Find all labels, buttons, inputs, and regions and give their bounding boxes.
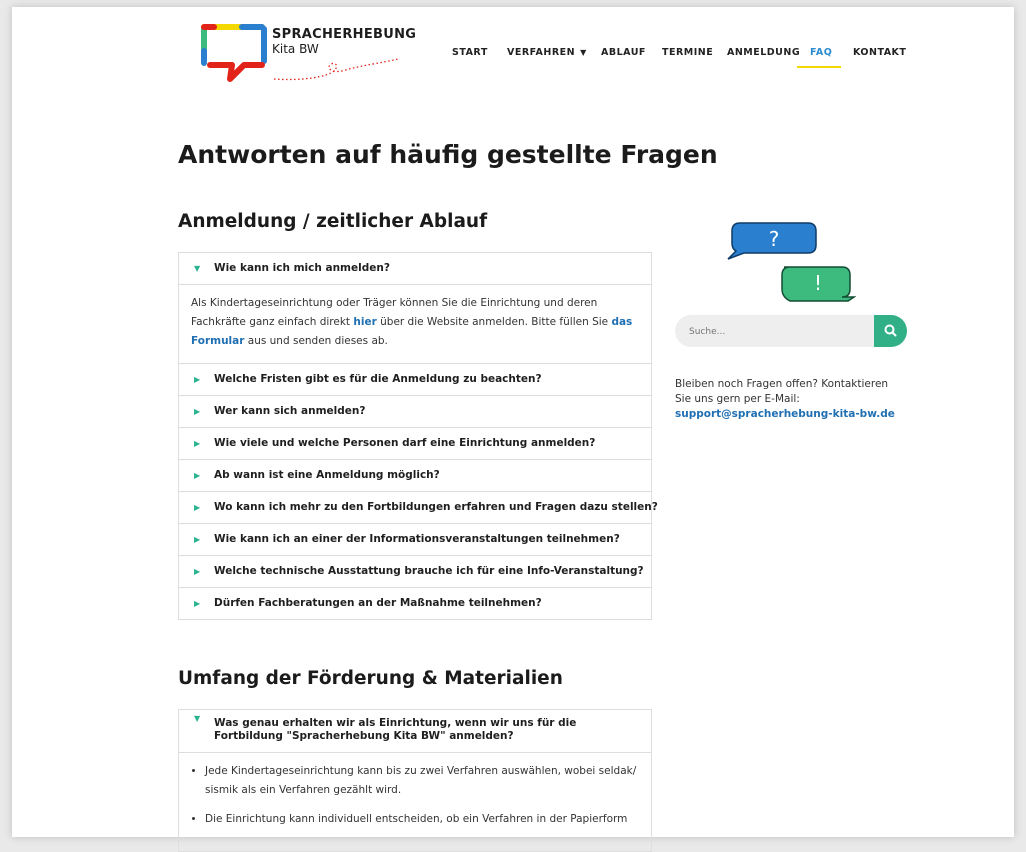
dotted-swirl-decoration <box>273 58 399 81</box>
faq-question-text: Welche technische Ausstattung brauche ic… <box>214 565 644 577</box>
search-icon <box>884 324 897 337</box>
faq-item: ▶ Wo kann ich mehr zu den Fortbildungen e… <box>179 491 658 523</box>
answer-bullet: Jede Kindertageseinrichtung kann bis zu … <box>205 762 637 800</box>
section-title-foerderung: Umfang der Förderung & Materialien <box>178 668 563 689</box>
page-title: Antworten auf häufig gestellte Fragen <box>178 140 718 169</box>
faq-item: ▼ Wie kann ich mich anmelden? Als Kinder… <box>179 253 651 363</box>
search-button[interactable] <box>874 315 907 347</box>
faq-question-toggle[interactable]: ▶ Wie viele und welche Personen darf eine… <box>179 428 651 459</box>
answer-bullet: Die Einrichtung kann individuell entsche… <box>205 810 637 829</box>
faq-question-toggle[interactable]: ▼ Wie kann ich mich anmelden? <box>179 253 651 284</box>
caret-right-icon: ▶ <box>194 535 201 544</box>
faq-question-toggle[interactable]: ▶ Wie kann ich an einer der Informationsv… <box>179 524 651 555</box>
faq-question-toggle[interactable]: ▶ Welche Fristen gibt es für die Anmeldun… <box>179 364 651 395</box>
site-logo[interactable]: SPRACHERHEBUNG Kita BW <box>200 21 430 91</box>
search-box <box>675 315 907 349</box>
faq-item: ▶ Dürfen Fachberatungen an der Maßnahme t… <box>179 587 651 619</box>
faq-item: ▶ Ab wann ist eine Anmeldung möglich? <box>179 459 651 491</box>
faq-item: ▶ Wer kann sich anmelden? <box>179 395 651 427</box>
caret-down-icon: ▼ <box>194 264 201 273</box>
caret-right-icon: ▶ <box>194 439 201 448</box>
nav-anmeldung[interactable]: ANMELDUNG <box>727 47 800 58</box>
faq-accordion-anmeldung: ▼ Wie kann ich mich anmelden? Als Kinder… <box>178 252 658 620</box>
faq-question-text: Wer kann sich anmelden? <box>214 405 366 417</box>
faq-accordion-foerderung: ▼ Was genau erhalten wir als Einrichtung… <box>178 709 652 852</box>
faq-question-text: Wie viele und welche Personen darf eine … <box>214 437 596 449</box>
chevron-down-icon: ▼ <box>580 48 587 57</box>
faq-question-text: Ab wann ist eine Anmeldung möglich? <box>214 469 440 481</box>
nav-termine[interactable]: TERMINE <box>662 47 713 58</box>
caret-right-icon: ▶ <box>194 503 201 512</box>
faq-item: ▶ Wie viele und welche Personen darf eine… <box>179 427 651 459</box>
nav-start[interactable]: START <box>452 47 488 58</box>
support-email-link[interactable]: support@spracherhebung-kita-bw.de <box>675 408 895 420</box>
faq-question-toggle[interactable]: ▶ Wo kann ich mehr zu den Fortbildungen e… <box>179 492 658 523</box>
faq-question-toggle[interactable]: ▼ Was genau erhalten wir als Einrichtung… <box>179 710 651 752</box>
logo-title: SPRACHERHEBUNG <box>272 27 417 42</box>
caret-right-icon: ▶ <box>194 407 201 416</box>
nav-faq[interactable]: FAQ <box>810 47 832 58</box>
question-exclamation-bubbles-icon: ? ! <box>727 222 856 302</box>
caret-right-icon: ▶ <box>194 599 201 608</box>
faq-item: ▼ Was genau erhalten wir als Einrichtung… <box>179 710 651 851</box>
nav-active-indicator <box>797 66 841 68</box>
svg-text:!: ! <box>814 271 822 295</box>
faq-question-toggle[interactable]: ▶ Ab wann ist eine Anmeldung möglich? <box>179 460 651 491</box>
svg-text:?: ? <box>769 227 780 251</box>
faq-item: ▶ Welche Fristen gibt es für die Anmeldun… <box>179 363 651 395</box>
faq-question-toggle[interactable]: ▶ Dürfen Fachberatungen an der Maßnahme t… <box>179 588 651 619</box>
section-title-anmeldung: Anmeldung / zeitlicher Ablauf <box>178 211 488 232</box>
page: SPRACHERHEBUNG Kita BW START VERFAHREN ▼ … <box>12 7 1014 852</box>
nav-ablauf[interactable]: ABLAUF <box>601 47 646 58</box>
faq-question-text: Was genau erhalten wir als Einrichtung, … <box>214 717 577 742</box>
caret-down-icon: ▼ <box>194 714 201 723</box>
nav-verfahren[interactable]: VERFAHREN ▼ <box>507 47 587 58</box>
search-input[interactable] <box>687 315 871 349</box>
register-here-link[interactable]: hier <box>353 316 376 328</box>
speech-bubble-logo-icon <box>201 24 267 82</box>
faq-question-text: Dürfen Fachberatungen an der Maßnahme te… <box>214 597 542 609</box>
faq-item: ▶ Welche technische Ausstattung brauche i… <box>179 555 651 587</box>
faq-question-text: Wie kann ich an einer der Informationsve… <box>214 533 620 545</box>
contact-info: Bleiben noch Fragen offen? Kontaktieren … <box>675 378 895 420</box>
faq-question-text: Wo kann ich mehr zu den Fortbildungen er… <box>214 501 658 513</box>
caret-right-icon: ▶ <box>194 375 201 384</box>
caret-right-icon: ▶ <box>194 567 201 576</box>
faq-question-text: Welche Fristen gibt es für die Anmeldung… <box>214 373 542 385</box>
faq-question-text: Wie kann ich mich anmelden? <box>214 262 390 274</box>
nav-kontakt[interactable]: KONTAKT <box>853 47 906 58</box>
faq-item: ▶ Wie kann ich an einer der Informationsv… <box>179 523 651 555</box>
faq-answer: Jede Kindertageseinrichtung kann bis zu … <box>179 752 651 851</box>
caret-right-icon: ▶ <box>194 471 201 480</box>
faq-question-toggle[interactable]: ▶ Welche technische Ausstattung brauche i… <box>179 556 651 587</box>
faq-question-toggle[interactable]: ▶ Wer kann sich anmelden? <box>179 396 651 427</box>
faq-answer: Als Kindertageseinrichtung oder Träger k… <box>179 284 651 363</box>
